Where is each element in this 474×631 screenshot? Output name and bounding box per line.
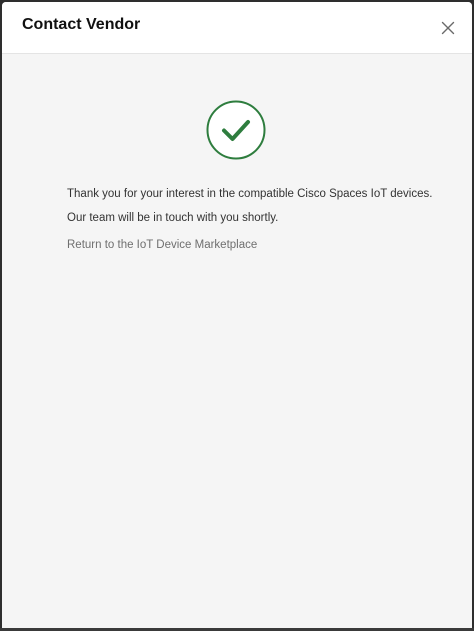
contact-vendor-dialog: Contact Vendor Thank you for your intere…	[2, 2, 472, 628]
close-icon	[441, 21, 455, 35]
checkmark-circle-icon	[206, 100, 266, 160]
return-to-marketplace-link[interactable]: Return to the IoT Device Marketplace	[67, 238, 257, 252]
thank-you-message: Thank you for your interest in the compa…	[67, 188, 433, 200]
follow-up-message: Our team will be in touch with you short…	[67, 212, 279, 224]
confirmation-content: Thank you for your interest in the compa…	[67, 187, 457, 253]
dialog-title: Contact Vendor	[22, 16, 141, 33]
dialog-header: Contact Vendor	[2, 2, 472, 54]
close-button[interactable]	[436, 16, 460, 40]
